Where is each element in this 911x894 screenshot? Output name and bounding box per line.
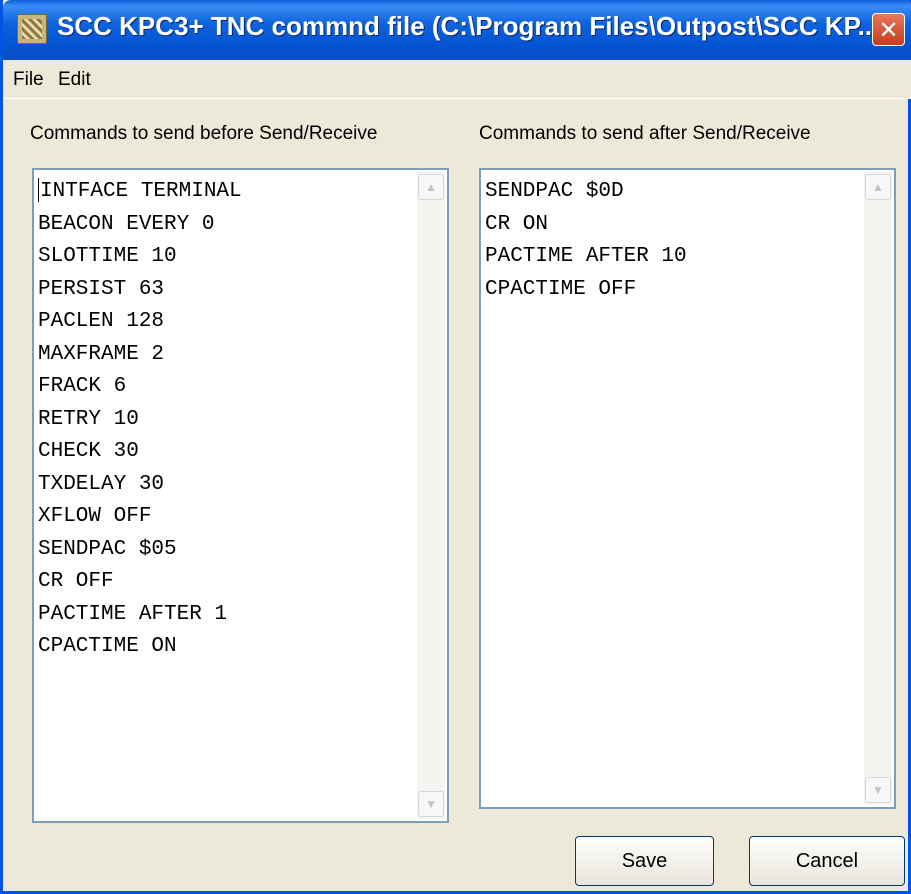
cancel-button[interactable]: Cancel (749, 836, 905, 886)
close-button[interactable]: ✕ (872, 13, 905, 46)
tnc-command-file-window: SCC KPC3+ TNC commnd file (C:\Program Fi… (0, 0, 911, 894)
after-commands-text[interactable]: SENDPAC $0D CR ON PACTIME AFTER 10 CPACT… (485, 176, 687, 306)
scroll-down-icon[interactable]: ▼ (865, 777, 891, 803)
before-commands-label: Commands to send before Send/Receive (30, 123, 378, 144)
scroll-up-icon[interactable]: ▲ (865, 174, 891, 200)
text-caret (38, 178, 39, 203)
tnc-app-icon[interactable] (17, 14, 47, 44)
before-scrollbar[interactable]: ▲ ▼ (417, 172, 445, 819)
window-title: SCC KPC3+ TNC commnd file (C:\Program Fi… (57, 11, 880, 41)
after-scrollbar[interactable]: ▲ ▼ (864, 172, 892, 805)
before-commands-textarea[interactable]: INTFACE TERMINAL BEACON EVERY 0 SLOTTIME… (32, 168, 449, 823)
close-icon: ✕ (878, 15, 899, 44)
menu-file[interactable]: File (13, 69, 44, 91)
before-commands-text[interactable]: INTFACE TERMINAL BEACON EVERY 0 SLOTTIME… (38, 176, 242, 664)
after-commands-textarea[interactable]: SENDPAC $0D CR ON PACTIME AFTER 10 CPACT… (479, 168, 896, 809)
scroll-up-icon[interactable]: ▲ (418, 174, 444, 200)
after-commands-label: Commands to send after Send/Receive (479, 123, 811, 144)
title-bar[interactable]: SCC KPC3+ TNC commnd file (C:\Program Fi… (3, 0, 911, 60)
scroll-down-icon[interactable]: ▼ (418, 791, 444, 817)
menu-bar: File Edit (3, 60, 911, 99)
save-button[interactable]: Save (575, 836, 714, 886)
before-commands-content: INTFACE TERMINAL BEACON EVERY 0 SLOTTIME… (38, 180, 242, 658)
menu-edit[interactable]: Edit (58, 69, 91, 91)
